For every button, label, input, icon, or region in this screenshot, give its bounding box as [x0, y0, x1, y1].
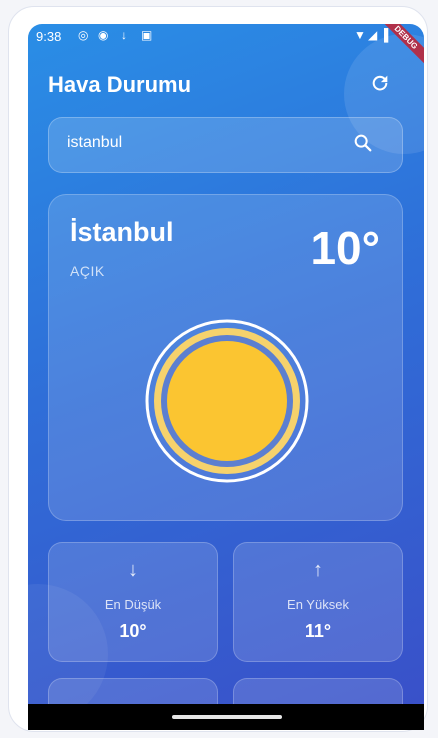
city-name: İstanbul: [70, 217, 174, 247]
weather-card: İstanbul AÇIK 10°: [48, 194, 403, 521]
current-temperature: 10°: [310, 222, 380, 274]
download-icon: ↓: [121, 28, 127, 42]
stat-value: 10°: [119, 621, 147, 641]
sun-icon: [145, 319, 309, 483]
shield-filled-icon: ◉: [98, 28, 109, 42]
search-input[interactable]: [65, 133, 329, 153]
app-title: Hava Durumu: [48, 72, 192, 97]
search-icon[interactable]: [352, 132, 374, 154]
app-screen: 9:38 ◎ ◉ ↓ ▣ ▼ ◢ ▌ DEBUG Hava Durumu İst…: [28, 24, 424, 730]
weather-condition: AÇIK: [70, 263, 105, 279]
stat-value: 11°: [304, 621, 332, 641]
min-temp-card: ↓ En Düşük 10°: [48, 542, 218, 662]
refresh-icon: [372, 75, 388, 91]
wifi-icon: ▼: [354, 28, 366, 42]
app-icon: ▣: [141, 28, 153, 42]
signal-icon: ◢: [368, 28, 378, 42]
arrow-up-icon: ↑: [313, 559, 323, 581]
navigation-bar: [28, 704, 424, 730]
stat-label: En Yüksek: [287, 597, 349, 612]
status-bar: 9:38 ◎ ◉ ↓ ▣ ▼ ◢ ▌ DEBUG: [28, 24, 424, 70]
search-bar: [48, 117, 403, 173]
stat-label: En Düşük: [104, 597, 162, 612]
arrow-down-icon: ↓: [128, 559, 138, 581]
home-gesture-handle[interactable]: [172, 715, 282, 719]
refresh-button[interactable]: [368, 72, 392, 96]
shield-outline-icon: ◎: [78, 28, 89, 42]
max-temp-card: ↑ En Yüksek 11°: [233, 542, 403, 662]
status-time: 9:38: [36, 29, 62, 44]
